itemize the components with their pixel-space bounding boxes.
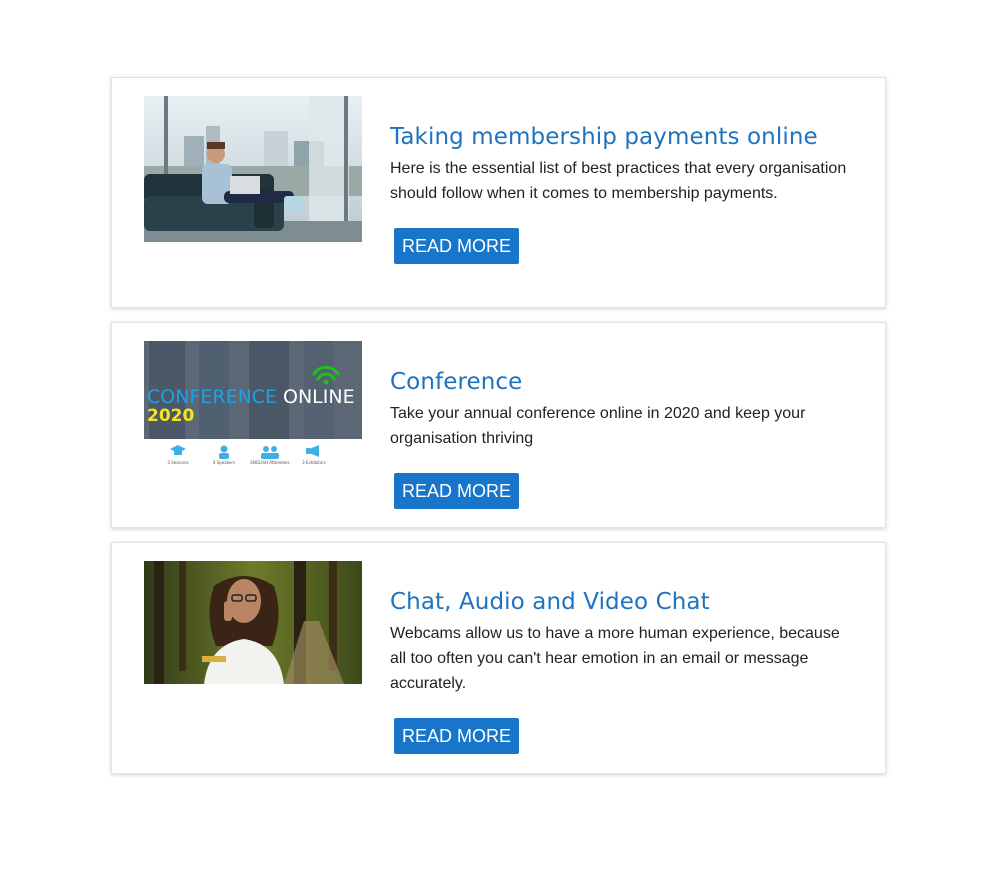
banner-headline-right: ONLINE	[283, 386, 355, 408]
article-card: Chat, Audio and Video Chat Webcams allow…	[111, 542, 886, 774]
article-title[interactable]: Taking membership payments online	[390, 122, 855, 152]
article-title[interactable]: Conference	[390, 367, 855, 397]
svg-text:4 Speakers: 4 Speakers	[213, 460, 235, 465]
article-image[interactable]	[144, 561, 362, 684]
article-description: Here is the essential list of best pract…	[390, 160, 847, 202]
svg-text:ENGLISH Attendees: ENGLISH Attendees	[250, 460, 289, 465]
article-card: Taking membership payments online Here i…	[111, 77, 886, 308]
article-card: CONFERENCE ONLINE 2020 3 Sessions 4 Spea…	[111, 322, 886, 528]
read-more-button[interactable]: READ MORE	[394, 228, 520, 264]
read-more-button[interactable]: READ MORE	[394, 473, 520, 509]
article-image[interactable]: CONFERENCE ONLINE 2020 3 Sessions 4 Spea…	[144, 341, 362, 471]
article-title[interactable]: Chat, Audio and Video Chat	[390, 587, 855, 617]
banner-headline-left: CONFERENCE	[147, 386, 277, 408]
read-more-button[interactable]: READ MORE	[394, 718, 520, 754]
article-description: Webcams allow us to have a more human ex…	[390, 625, 840, 692]
article-image[interactable]	[144, 96, 362, 242]
svg-text:3 Sessions: 3 Sessions	[167, 460, 188, 465]
svg-text:3 Exhibitors: 3 Exhibitors	[302, 460, 326, 465]
banner-year: 2020	[147, 406, 194, 426]
article-description: Take your annual conference online in 20…	[390, 405, 806, 447]
